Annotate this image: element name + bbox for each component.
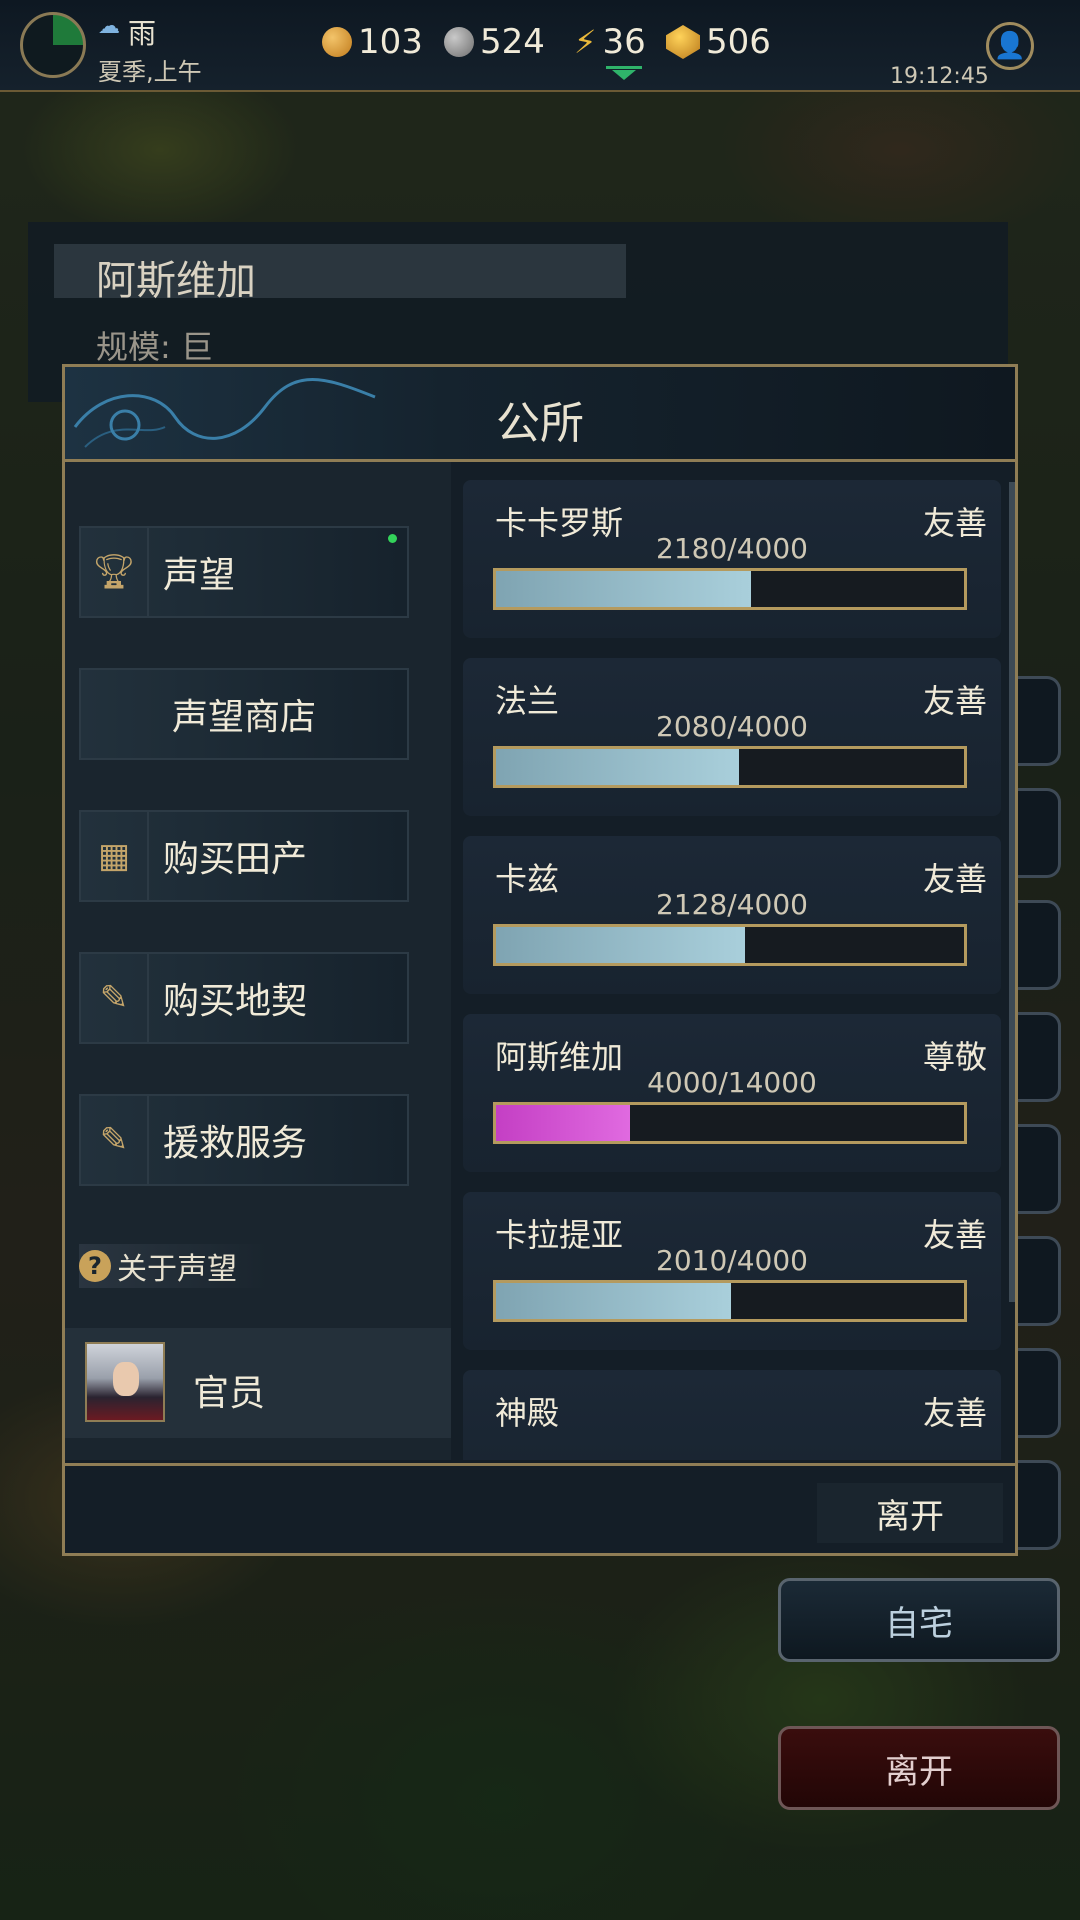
side-tab[interactable] — [1014, 1460, 1061, 1550]
leave-dialog-button[interactable]: 离开 — [817, 1483, 1003, 1543]
faction-row: 法兰 友善 2080/4000 — [463, 658, 1001, 816]
gem-counter: 506 — [666, 22, 771, 62]
gold-counter: 103 — [322, 22, 423, 62]
official-button[interactable]: 官员 — [65, 1328, 451, 1438]
rain-cloud-icon: ☁ — [98, 14, 120, 39]
energy-arrow-icon — [612, 70, 636, 80]
notification-dot — [388, 534, 397, 543]
buy-deed-button[interactable]: ✎ 购买地契 — [79, 952, 409, 1044]
side-tab[interactable] — [1014, 1348, 1061, 1438]
side-tab[interactable] — [1014, 676, 1061, 766]
reputation-button[interactable]: 🏆︎ 声望 — [79, 526, 409, 618]
menu-label: 声望 — [163, 555, 236, 596]
menu-label: 购买地契 — [163, 981, 308, 1022]
faction-row: 神殿 友善 — [463, 1370, 1001, 1460]
energy-counter[interactable]: ⚡ 36 — [574, 22, 646, 62]
profile-button[interactable]: 👤 — [986, 22, 1034, 70]
dialog-title: 公所 — [496, 398, 584, 449]
season-label: 夏季,上午 — [98, 58, 202, 86]
silver-coin-icon — [444, 27, 474, 57]
side-tab[interactable] — [1014, 788, 1061, 878]
faction-list-scrollbar[interactable] — [1009, 482, 1015, 1302]
faction-row: 卡卡罗斯 友善 2180/4000 — [463, 480, 1001, 638]
side-tab[interactable] — [1014, 1012, 1061, 1102]
faction-value: 2180/4000 — [656, 532, 808, 565]
reputation-bar — [493, 568, 967, 610]
menu-label: 购买田产 — [163, 839, 308, 880]
side-tab[interactable] — [1014, 900, 1061, 990]
reputation-bar-fill — [496, 1283, 732, 1319]
energy-value: 36 — [602, 22, 646, 62]
menu-label: 援救服务 — [163, 1123, 308, 1164]
dialog-header: 公所 — [65, 367, 1015, 462]
portrait-face — [113, 1362, 139, 1396]
day-clock-icon[interactable] — [20, 12, 86, 78]
faction-list[interactable]: 卡卡罗斯 友善 2180/4000 法兰 友善 2080/4000 卡兹 友善 … — [455, 462, 1015, 1460]
faction-value: 2010/4000 — [656, 1244, 808, 1277]
weather-label: 雨 — [128, 17, 157, 50]
gold-coin-icon — [322, 27, 352, 57]
about-reputation-link[interactable]: ? 关于声望 — [79, 1244, 267, 1288]
guild-hall-dialog: 公所 🏆︎ 声望 声望商店 ▦ 购买田产 ✎ 购买地契 ✎ 援救服务 ? 关于声… — [62, 364, 1018, 1556]
gem-value: 506 — [706, 22, 771, 62]
official-portrait — [85, 1342, 165, 1422]
menu-label: 声望商店 — [171, 697, 316, 738]
faction-row: 阿斯维加 尊敬 4000/14000 — [463, 1014, 1001, 1172]
faction-row: 卡拉提亚 友善 2010/4000 — [463, 1192, 1001, 1350]
user-icon: 👤 — [993, 31, 1027, 61]
reputation-bar — [493, 1280, 967, 1322]
faction-value: 2080/4000 — [656, 710, 808, 743]
about-label: 关于声望 — [117, 1252, 237, 1287]
reputation-bar-fill — [496, 749, 740, 785]
dialog-footer-divider — [65, 1463, 1015, 1466]
faction-status: 友善 — [922, 1394, 987, 1432]
field-icon: ▦ — [81, 812, 149, 900]
reputation-bar — [493, 1102, 967, 1144]
side-tab[interactable] — [1014, 1236, 1061, 1326]
reputation-bar — [493, 924, 967, 966]
faction-row: 卡兹 友善 2128/4000 — [463, 836, 1001, 994]
rescue-service-button[interactable]: ✎ 援救服务 — [79, 1094, 409, 1186]
reputation-bar — [493, 746, 967, 788]
silver-counter: 524 — [444, 22, 545, 62]
city-scale: 规模: 巨 — [96, 328, 213, 366]
reputation-bar-fill — [496, 1105, 630, 1141]
official-label: 官员 — [193, 1373, 266, 1414]
faction-name: 神殿 — [495, 1394, 560, 1432]
lightning-icon: ⚡ — [574, 23, 597, 61]
gem-icon — [666, 25, 700, 59]
reputation-bar-fill — [496, 927, 745, 963]
game-time: 19:12:45 — [890, 64, 989, 89]
top-status-bar: ☁ 雨 夏季,上午 103 524 ⚡ 36 506 👤 19:12:45 — [0, 0, 1080, 92]
leave-city-button[interactable]: 离开 — [778, 1726, 1060, 1810]
trophy-icon: 🏆︎ — [81, 528, 149, 616]
deed-icon: ✎ — [81, 1096, 149, 1184]
faction-value: 2128/4000 — [656, 888, 808, 921]
energy-indicator-line — [606, 66, 642, 69]
deed-icon: ✎ — [81, 954, 149, 1042]
reputation-shop-button[interactable]: 声望商店 — [79, 668, 409, 760]
gold-value: 103 — [358, 22, 423, 62]
silver-value: 524 — [480, 22, 545, 62]
left-menu: 🏆︎ 声望 声望商店 ▦ 购买田产 ✎ 购买地契 ✎ 援救服务 ? 关于声望 官… — [65, 462, 451, 1460]
side-tab[interactable] — [1014, 1124, 1061, 1214]
city-name: 阿斯维加 — [96, 258, 256, 304]
reputation-bar-fill — [496, 571, 752, 607]
buy-field-button[interactable]: ▦ 购买田产 — [79, 810, 409, 902]
home-button[interactable]: 自宅 — [778, 1578, 1060, 1662]
question-icon: ? — [79, 1250, 111, 1282]
faction-value: 4000/14000 — [647, 1066, 817, 1099]
